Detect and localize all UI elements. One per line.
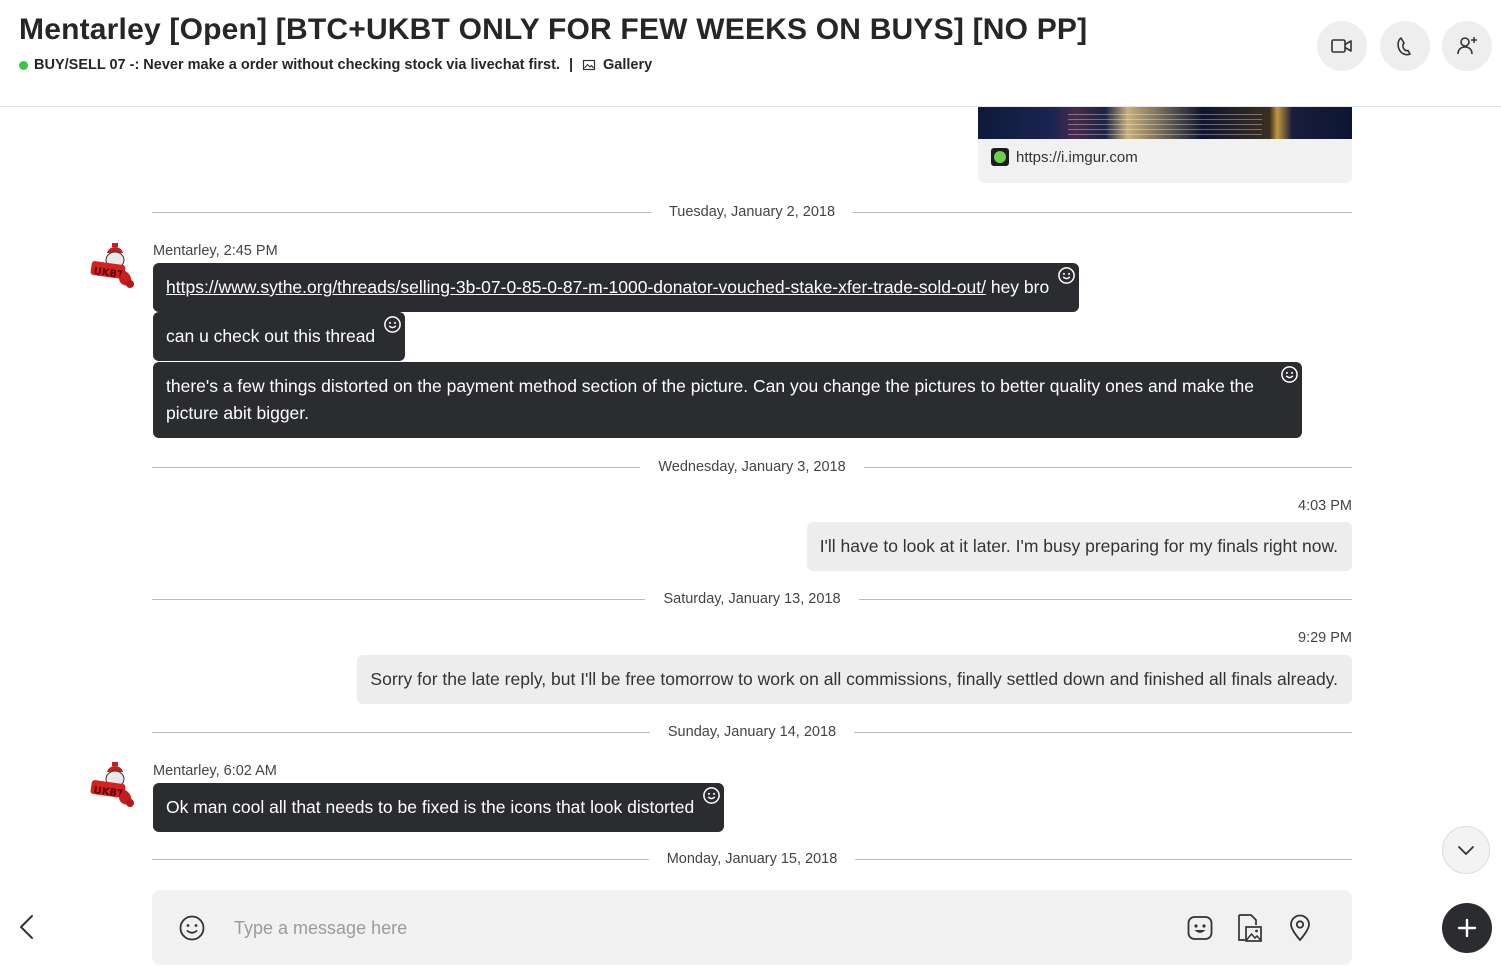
imgur-favicon-icon [991,148,1009,166]
divider [152,211,651,213]
message-text: hey bro [985,277,1050,297]
divider [853,211,1352,213]
video-call-button[interactable] [1317,21,1367,71]
day-separator-label: Tuesday, January 2, 2018 [668,204,836,220]
day-separator-label: Saturday, January 13, 2018 [663,591,841,607]
emoji-icon [179,915,205,941]
emoji-button[interactable] [178,914,206,942]
media-icon [1238,914,1262,942]
gallery-label: Gallery [603,57,653,73]
divider [152,731,650,733]
divider [854,731,1352,733]
conversation-header: Mentarley [Open] [BTC+UKBT ONLY FOR FEW … [0,0,1501,107]
sticker-icon [1187,916,1213,940]
preview-url-text: https://i.imgur.com [1016,148,1138,166]
preview-image[interactable] [978,107,1352,139]
day-separator-label: Monday, January 15, 2018 [666,851,838,867]
add-person-icon [1457,37,1477,55]
chevron-down-icon [1458,846,1474,855]
chevron-left-icon [20,915,33,939]
divider [858,598,1353,600]
message-text: I'll have to look at it later. I'm busy … [819,536,1338,556]
phone-icon [1397,37,1411,56]
reaction-icon[interactable] [1057,266,1076,285]
message-composer [152,890,1352,965]
video-camera-icon [1331,39,1352,53]
plus-icon [1457,918,1477,938]
avatar[interactable]: UKBT [89,759,139,809]
status-text: BUY/SELL 07 -: Never make a order withou… [34,57,560,73]
divider [152,598,646,600]
day-separator: Sunday, January 14, 2018 [152,722,1352,742]
back-button[interactable] [15,913,39,941]
day-separator-label: Wednesday, January 3, 2018 [658,459,846,475]
location-button[interactable] [1286,914,1314,942]
message-text: there's a few things distorted on the pa… [166,376,1255,423]
outgoing-message[interactable]: Sorry for the late reply, but I'll be fr… [357,655,1352,704]
divider [152,466,641,468]
incoming-message[interactable]: there's a few things distorted on the pa… [153,362,1302,438]
gallery-icon [582,59,596,71]
message-time: 9:29 PM [1298,630,1352,646]
day-separator-label: Sunday, January 14, 2018 [667,724,837,740]
message-link[interactable]: https://www.sythe.org/threads/selling-3b… [166,277,986,297]
online-status-dot [19,60,28,70]
location-icon [1290,914,1310,942]
voice-call-button[interactable] [1380,21,1430,71]
avatar[interactable]: UKBT [89,240,139,290]
day-separator: Tuesday, January 2, 2018 [152,202,1352,222]
reaction-icon[interactable] [383,315,402,334]
add-button[interactable] [1442,903,1492,953]
conversation-status-line: BUY/SELL 07 -: Never make a order withou… [19,57,652,73]
message-sender-time: Mentarley, 2:45 PM [153,243,278,259]
media-button[interactable] [1235,914,1263,942]
message-text: Sorry for the late reply, but I'll be fr… [370,669,1338,689]
reaction-icon[interactable] [1280,365,1299,384]
link-preview-card[interactable]: https://i.imgur.com [978,107,1352,183]
conversation-title[interactable]: Mentarley [Open] [BTC+UKBT ONLY FOR FEW … [19,13,1087,47]
scroll-to-bottom-button[interactable] [1442,826,1490,874]
message-text: can u check out this thread [166,326,376,346]
incoming-message[interactable]: Ok man cool all that needs to be fixed i… [153,783,725,832]
day-separator: Monday, January 15, 2018 [152,849,1352,869]
divider [152,858,649,860]
separator: | [568,57,573,73]
preview-url[interactable]: https://i.imgur.com [991,148,1138,166]
gallery-link[interactable]: Gallery [582,57,652,73]
add-person-button[interactable] [1442,21,1492,71]
message-input[interactable] [232,912,1136,944]
sticker-button[interactable] [1186,914,1214,942]
incoming-message[interactable]: https://www.sythe.org/threads/selling-3b… [153,263,1080,312]
reaction-icon[interactable] [702,786,721,805]
divider [863,466,1353,468]
message-text: Ok man cool all that needs to be fixed i… [166,797,695,817]
divider [855,858,1352,860]
message-sender-time: Mentarley, 6:02 AM [153,763,277,779]
message-time: 4:03 PM [1298,498,1352,514]
outgoing-message[interactable]: I'll have to look at it later. I'm busy … [806,522,1352,571]
message-list[interactable]: https://i.imgur.com Tuesday, January 2, … [0,107,1501,879]
day-separator: Wednesday, January 3, 2018 [152,457,1353,477]
day-separator: Saturday, January 13, 2018 [152,589,1353,609]
incoming-message[interactable]: can u check out this thread [153,312,406,361]
